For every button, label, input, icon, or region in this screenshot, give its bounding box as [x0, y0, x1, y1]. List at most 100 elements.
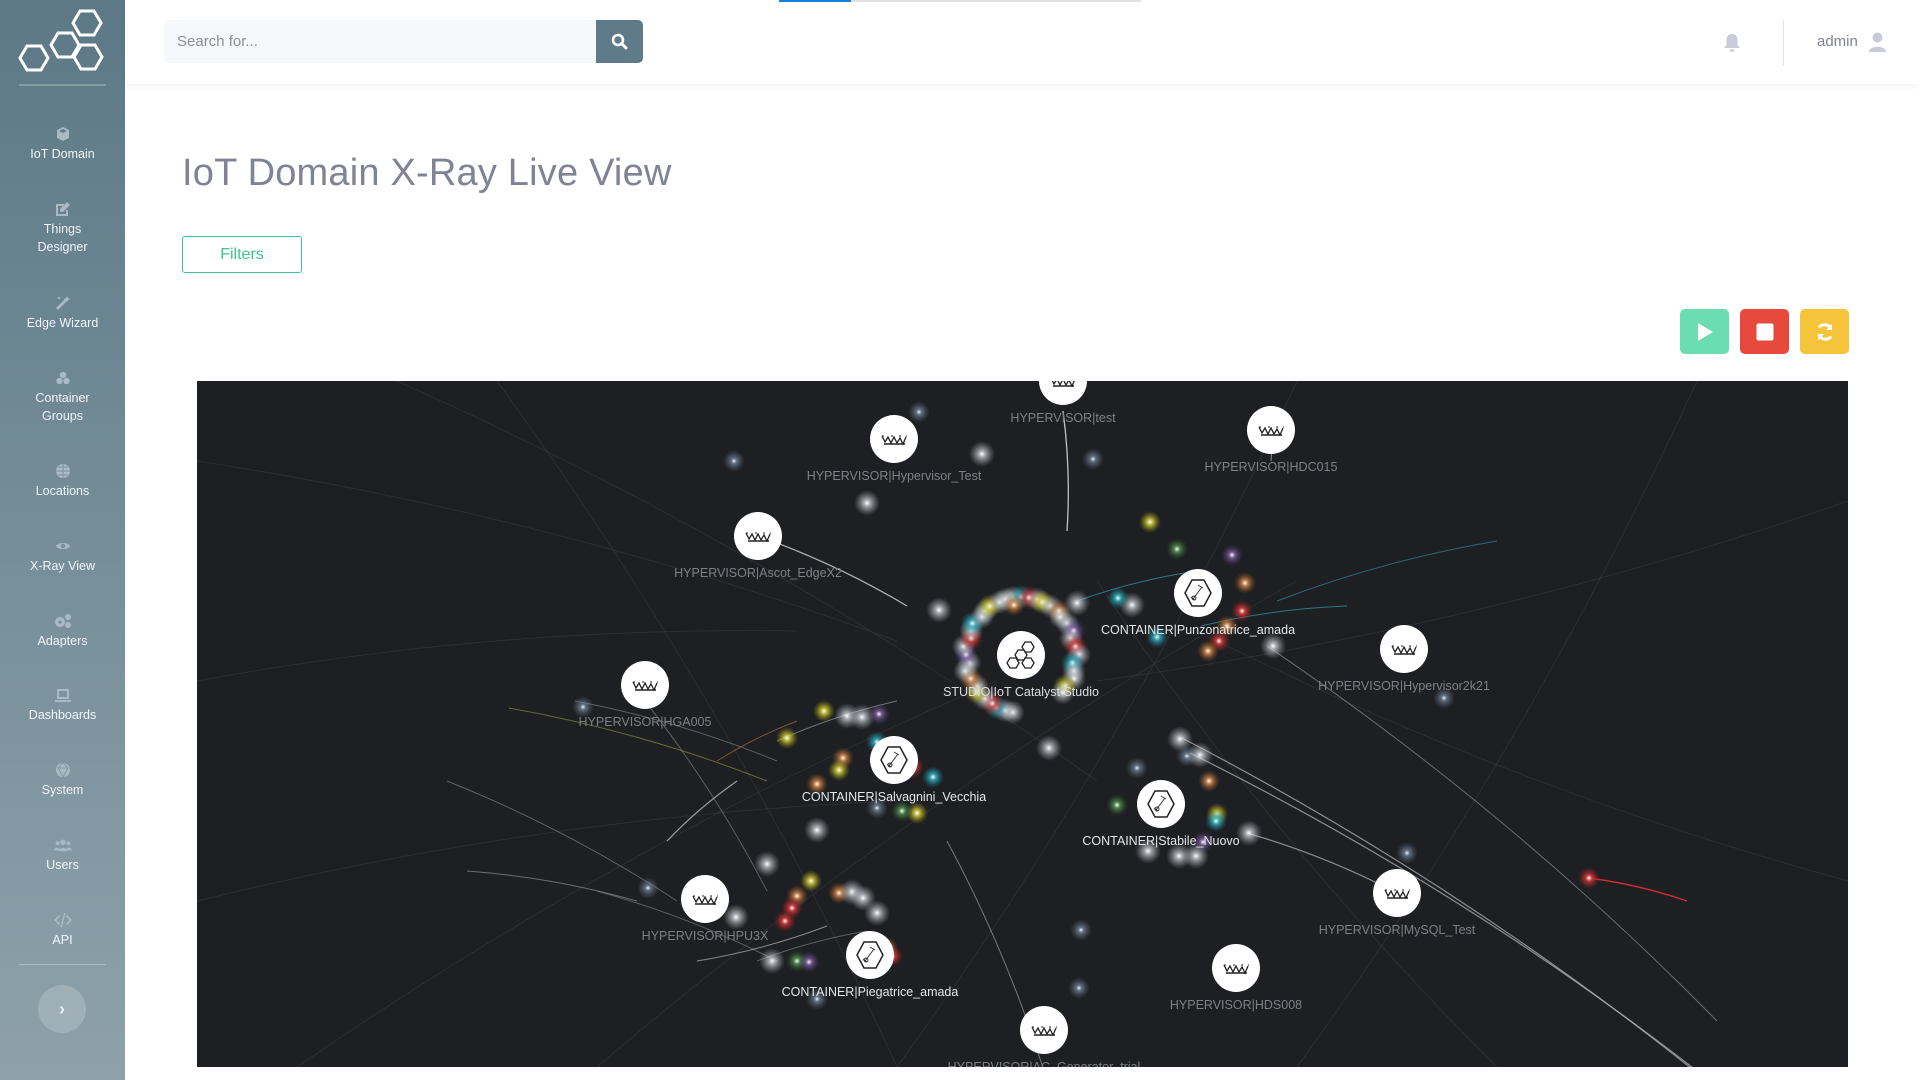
event-particle	[1205, 810, 1227, 832]
event-particle	[1166, 538, 1188, 560]
stop-icon	[1756, 323, 1773, 340]
container-node-icon[interactable]	[870, 736, 918, 784]
event-particle	[774, 910, 796, 932]
hypervisor-node-icon[interactable]	[621, 661, 669, 709]
user-name[interactable]: admin	[1817, 33, 1858, 50]
search-icon	[611, 33, 628, 50]
logo-icon[interactable]	[16, 8, 110, 76]
studio-node-icon[interactable]	[997, 631, 1045, 679]
hypervisor-node-icon[interactable]	[1212, 944, 1260, 992]
event-particle	[1198, 770, 1220, 792]
sidebar-item-label: Edge Wizard	[26, 316, 99, 330]
event-particle	[637, 877, 659, 899]
event-particle	[813, 700, 835, 722]
graph-node-label: HYPERVISOR|HGA005	[578, 715, 712, 729]
graph-node-label: HYPERVISOR|Hypervisor2k21	[1318, 679, 1490, 693]
topbar-divider	[1783, 20, 1784, 66]
sidebar-divider	[19, 964, 106, 965]
hypervisor-node-icon[interactable]	[1380, 625, 1428, 673]
graph-edge	[574, 700, 778, 762]
sidebar-item-container-groups[interactable]: Container Groups	[0, 370, 125, 425]
event-particle	[1139, 511, 1161, 533]
sidebar-item-dashboards[interactable]: Dashboards	[0, 687, 125, 724]
loading-progress-fill	[779, 0, 852, 2]
sidebar-item-edge-wizard[interactable]: Edge Wizard	[0, 295, 125, 332]
bell-icon[interactable]	[1723, 33, 1741, 53]
hypervisor-node-icon[interactable]	[1020, 1006, 1068, 1054]
event-particle	[1107, 587, 1129, 609]
cogs-icon	[54, 613, 72, 629]
event-particle	[1082, 448, 1104, 470]
graph-node-label: HYPERVISOR|HDS008	[1169, 998, 1303, 1012]
event-particle	[1003, 594, 1025, 616]
event-particle	[759, 948, 785, 974]
event-particle	[908, 401, 930, 423]
event-particle	[864, 900, 890, 926]
sidebar-item-iot-domain[interactable]: IoT Domain	[0, 126, 125, 163]
sidebar-item-label: Dashboards	[28, 708, 97, 722]
refresh-button[interactable]	[1800, 309, 1849, 354]
event-particle	[1106, 794, 1128, 816]
graph-edge	[1181, 737, 1691, 1067]
hypervisor-node-icon[interactable]	[1247, 406, 1295, 454]
page-title: IoT Domain X-Ray Live View	[182, 152, 672, 194]
event-particle	[1396, 842, 1418, 864]
graph-edge	[466, 870, 638, 902]
hypervisor-node-icon[interactable]	[734, 512, 782, 560]
graph-node-label: HYPERVISOR|Hypervisor_Test	[806, 469, 982, 483]
sidebar-item-label: API	[52, 933, 73, 947]
sidebar-item-label: Users	[46, 858, 79, 872]
graph-edge	[396, 381, 1098, 782]
filters-button[interactable]: Filters	[182, 236, 302, 273]
sidebar-item-locations[interactable]: Locations	[0, 463, 125, 500]
user-icon[interactable]	[1868, 32, 1887, 52]
chevron-right-icon: ›	[59, 999, 65, 1019]
event-particle	[754, 851, 780, 877]
sidebar: IoT Domain Things Designer Edge Wizard C…	[0, 0, 125, 1080]
sidebar-item-api[interactable]: API	[0, 912, 125, 949]
event-particle	[1197, 640, 1219, 662]
sidebar-item-users[interactable]: Users	[0, 837, 125, 874]
graph-edge	[666, 780, 738, 842]
container-node-icon[interactable]	[1137, 780, 1185, 828]
sidebar-item-label: Container Groups	[35, 391, 90, 423]
globe-icon	[54, 463, 72, 479]
sidebar-collapse-button[interactable]: ›	[38, 985, 86, 1033]
event-particle	[1064, 590, 1090, 616]
event-particle	[1236, 820, 1262, 846]
sidebar-item-x-ray-view[interactable]: X-Ray View	[0, 538, 125, 575]
event-particle	[1126, 757, 1148, 779]
refresh-icon	[1817, 322, 1832, 341]
graph-node-label: HYPERVISOR|MySQL_Test	[1318, 923, 1476, 937]
container-node-icon[interactable]	[1174, 569, 1222, 617]
search-button[interactable]	[596, 20, 643, 63]
graph-node-label: CONTAINER|Piegatrice_amada	[781, 985, 959, 999]
graph-edge	[197, 800, 898, 902]
eye-icon	[54, 538, 72, 554]
sidebar-item-things-designer[interactable]: Things Designer	[0, 201, 125, 256]
graph-node-label: STUDIO|IoT Catalyst Studio	[943, 685, 1099, 699]
event-particle	[969, 441, 995, 467]
sidebar-item-adapters[interactable]: Adapters	[0, 613, 125, 650]
event-particle	[804, 817, 830, 843]
sidebar-item-system[interactable]: System	[0, 762, 125, 799]
event-particle	[1036, 735, 1062, 761]
play-button[interactable]	[1680, 309, 1729, 354]
magic-wand-icon	[54, 295, 72, 311]
hypervisor-node-icon[interactable]	[870, 415, 918, 463]
event-particle	[926, 597, 952, 623]
event-particle	[1234, 572, 1256, 594]
search-input[interactable]	[164, 20, 596, 63]
container-node-icon[interactable]	[846, 931, 894, 979]
event-particle	[854, 490, 880, 516]
hypervisor-node-icon[interactable]	[681, 875, 729, 923]
stop-button[interactable]	[1740, 309, 1789, 354]
code-icon	[53, 912, 72, 928]
xray-graph-canvas[interactable]: HYPERVISOR|test HYPERVISOR|Hypervisor_Tes…	[197, 381, 1848, 1067]
graph-edges-layer	[197, 381, 1848, 1067]
graph-edge	[1296, 381, 1698, 1067]
play-icon	[1697, 322, 1713, 341]
sidebar-item-label: Adapters	[37, 634, 88, 648]
hypervisor-node-icon[interactable]	[1373, 869, 1421, 917]
graph-node-label: CONTAINER|Salvagnini_Vecchia	[801, 790, 987, 804]
